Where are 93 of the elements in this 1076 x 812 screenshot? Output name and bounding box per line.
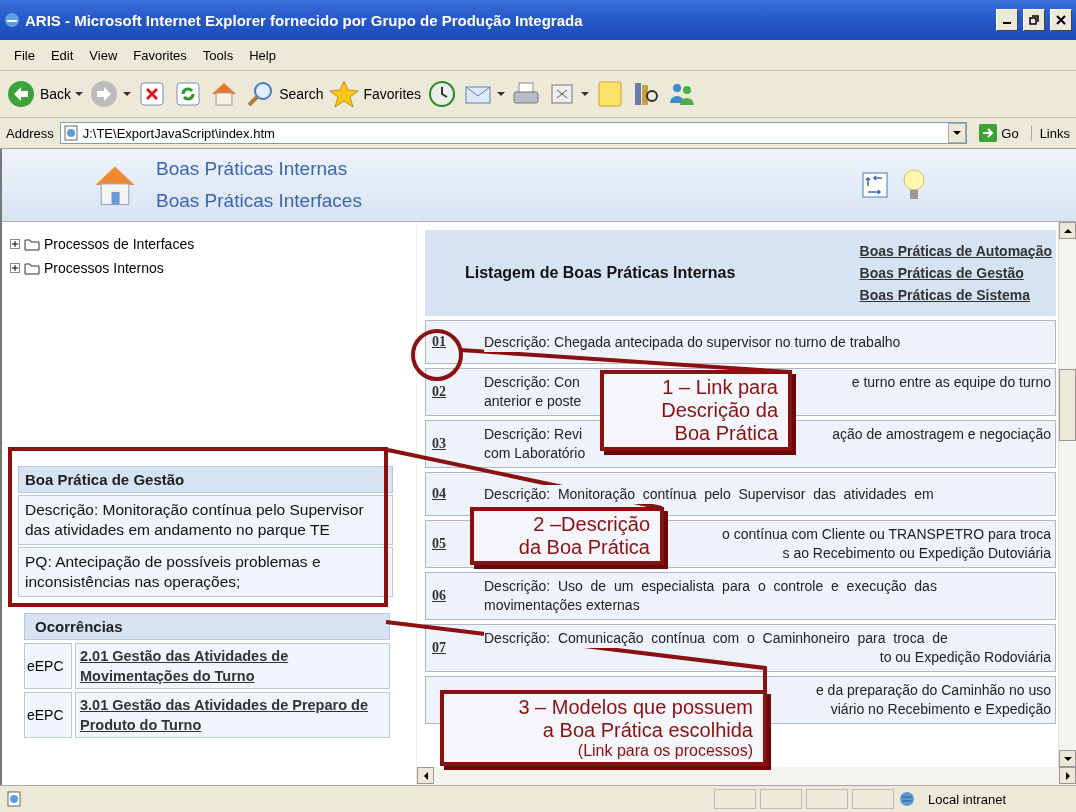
diagram-icon[interactable]: [862, 172, 888, 198]
description-text: viário no Recebimento e Expedição: [830, 700, 1051, 719]
model-link[interactable]: 2.01 Gestão das Atividades de Movimentações do Turno: [75, 643, 390, 689]
description-text: o contínua com Cliente ou TRANSPETRO para troca: [722, 525, 1051, 544]
menu-item[interactable]: Help: [241, 47, 284, 63]
toolbar-button[interactable]: Back: [6, 79, 84, 109]
highlight-circle: [411, 329, 463, 381]
description-text: e turno entre as equipe do turno: [851, 373, 1051, 392]
practice-link[interactable]: 02: [432, 384, 446, 400]
caret-left-icon: [422, 771, 429, 780]
description-text: s ao Recebimento ou Expedição Dutoviária: [782, 544, 1051, 563]
practice-link[interactable]: 05: [432, 536, 446, 552]
caret-up-icon: [1063, 227, 1072, 234]
toolbar-button[interactable]: Favorites: [329, 79, 422, 109]
restore-icon: [1029, 15, 1039, 25]
practice-link[interactable]: 06: [432, 588, 446, 604]
expand-icon[interactable]: [10, 263, 20, 273]
description-text: Descrição: Con: [484, 373, 580, 392]
caret-icon[interactable]: [497, 91, 506, 97]
category-link[interactable]: Boas Práticas de Automação: [859, 243, 1052, 259]
description-text: Descrição: Comunicação contínua com o Caminhoneiro para troca de: [484, 629, 948, 648]
scroll-thumb[interactable]: [1059, 368, 1076, 441]
dropdown-button[interactable]: [948, 123, 967, 143]
lightbulb-icon[interactable]: [902, 168, 926, 202]
links-button[interactable]: Links: [1030, 125, 1070, 141]
scroll-right-button[interactable]: [1059, 767, 1076, 784]
page-icon: [6, 791, 22, 807]
restore-button[interactable]: [1023, 9, 1045, 31]
callout-text: 3 – Modelos que possuem a Boa Prática escolhida: [518, 696, 753, 742]
menu-item[interactable]: View: [81, 47, 126, 63]
description-text: Descrição: Monitoração contínua pelo Supervisor das atividades em andamento no parque TE: [18, 495, 393, 545]
pq-text: PQ: Antecipação de possíveis problemas e inconsistências nas operações;: [18, 547, 393, 597]
callout-text: 1 – Link para Descrição da Boa Prática: [661, 376, 778, 445]
caret-down-icon: [1063, 755, 1072, 762]
status-pane: [851, 789, 894, 809]
header-link[interactable]: Boas Práticas Interfaces: [156, 190, 844, 212]
caret-icon[interactable]: [75, 91, 84, 97]
callout-note: (Link para os processos): [577, 742, 753, 760]
scroll-down-button[interactable]: [1059, 750, 1076, 767]
caret-icon[interactable]: [581, 91, 590, 97]
status-pane: [713, 789, 756, 809]
practice-link[interactable]: 01: [432, 334, 446, 350]
address-label: Address: [6, 125, 54, 141]
window-title: ARIS - Microsoft Internet Explorer fornecido por Grupo de Produção Integrada: [25, 11, 584, 29]
caret-icon: [953, 130, 962, 136]
category-link[interactable]: Boas Práticas de Gestão: [859, 265, 1052, 281]
star-icon[interactable]: [329, 79, 360, 109]
close-button[interactable]: [1050, 9, 1072, 31]
menu-item[interactable]: Tools: [194, 47, 242, 63]
description-text: e da preparação do Caminhão no uso: [815, 681, 1051, 700]
caret-icon[interactable]: [123, 91, 132, 97]
description-text: Descrição: Revi: [484, 425, 583, 444]
panel-title: Boa Prática de Gestão: [18, 466, 393, 493]
panel-title: Ocorrências: [24, 613, 390, 640]
practice-link[interactable]: 03: [432, 436, 446, 452]
folder-icon: [24, 237, 40, 251]
globe-icon: [897, 791, 916, 807]
folder-icon: [24, 261, 40, 275]
close-icon: [1056, 15, 1066, 25]
browser-logo-icon: [4, 12, 20, 28]
model-link[interactable]: 3.01 Gestão das Atividades de Preparo de Produto do Turno: [75, 692, 390, 738]
expand-icon[interactable]: [10, 239, 20, 249]
tree-item[interactable]: Processos Internos: [44, 260, 164, 276]
description-text: Descrição: Monitoração contínua pelo Supervisor das atividades em: [484, 484, 934, 504]
caret-right-icon: [1064, 771, 1071, 780]
description-text: to ou Expedição Rodoviária: [879, 648, 1051, 667]
menu-item[interactable]: Favorites: [125, 47, 195, 63]
status-pane: [759, 789, 802, 809]
address-field[interactable]: J:\TE\ExportJavaScript\index.htm: [59, 122, 968, 144]
scroll-up-button[interactable]: [1059, 222, 1076, 239]
callout-text: 2 –Descrição da Boa Prática: [518, 513, 650, 559]
tree-item[interactable]: Processos de Interfaces: [44, 236, 195, 252]
page-icon: [62, 125, 79, 141]
listing-title: Listagem de Boas Práticas Internas: [465, 264, 737, 282]
go-button[interactable]: Go: [973, 124, 1025, 142]
clock-icon[interactable]: [427, 79, 458, 109]
header-link[interactable]: Boas Práticas Internas: [156, 158, 844, 180]
description-text: Descrição: Uso de um especialista para o controle e execução das: [484, 577, 937, 596]
menu-item[interactable]: Edit: [42, 47, 82, 63]
status-pane: [805, 789, 848, 809]
menu-item[interactable]: File: [6, 47, 43, 63]
description-text: movimentações externas: [484, 596, 640, 615]
practice-link[interactable]: 04: [432, 486, 446, 502]
model-type: eEPC: [24, 643, 72, 689]
model-type: eEPC: [24, 692, 72, 738]
minimize-button[interactable]: [996, 9, 1018, 31]
description-text: ação de amostragem e negociação: [832, 425, 1051, 444]
practice-link[interactable]: 07: [432, 640, 446, 656]
description-text: anterior e poste: [484, 392, 582, 411]
category-link[interactable]: Boas Práticas de Sistema: [859, 287, 1052, 303]
toolbar-button[interactable]: Search: [245, 79, 324, 109]
security-zone: Local intranet: [927, 791, 1006, 807]
scroll-left-button[interactable]: [417, 767, 434, 784]
